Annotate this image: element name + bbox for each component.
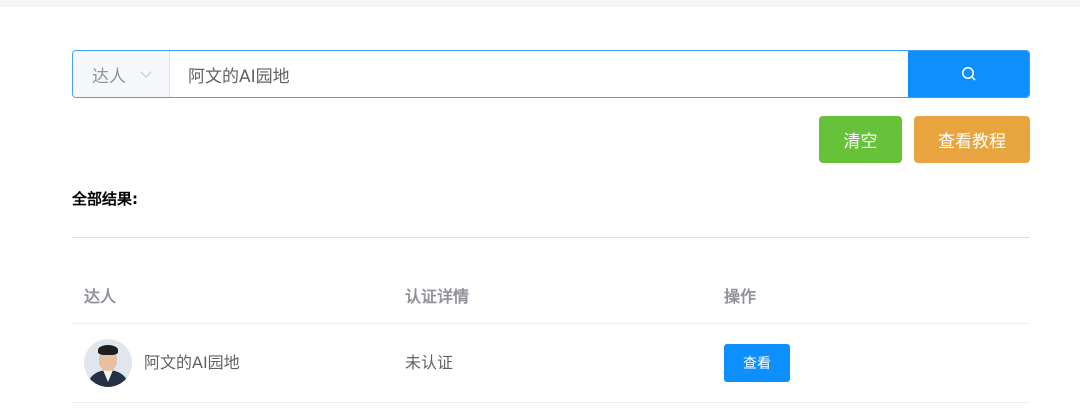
column-header-daren: 达人 bbox=[84, 287, 117, 306]
search-icon bbox=[961, 67, 975, 81]
divider bbox=[72, 237, 1030, 238]
search-bar: 达人 bbox=[72, 50, 1030, 98]
daren-name[interactable]: 阿文的AI园地 bbox=[144, 324, 240, 402]
search-type-select[interactable]: 达人 bbox=[73, 51, 170, 97]
view-button[interactable]: 查看 bbox=[724, 344, 790, 382]
results-table: 达人 认证详情 操作 阿文的AI园地 未认证 查看 bbox=[72, 270, 1030, 403]
avatar bbox=[84, 339, 132, 387]
top-strip bbox=[0, 0, 1080, 7]
search-button[interactable] bbox=[908, 51, 1029, 97]
certification-status: 未认证 bbox=[405, 353, 454, 372]
search-type-label: 达人 bbox=[92, 66, 126, 87]
clear-button[interactable]: 清空 bbox=[819, 116, 902, 163]
column-header-actions: 操作 bbox=[724, 287, 757, 306]
chevron-down-icon bbox=[140, 66, 152, 78]
table-row: 阿文的AI园地 未认证 查看 bbox=[72, 324, 1030, 403]
search-input[interactable] bbox=[170, 51, 908, 97]
column-header-certification: 认证详情 bbox=[405, 287, 470, 306]
view-tutorial-button[interactable]: 查看教程 bbox=[914, 116, 1030, 163]
table-header: 达人 认证详情 操作 bbox=[72, 270, 1030, 324]
results-title: 全部结果: bbox=[72, 190, 138, 208]
